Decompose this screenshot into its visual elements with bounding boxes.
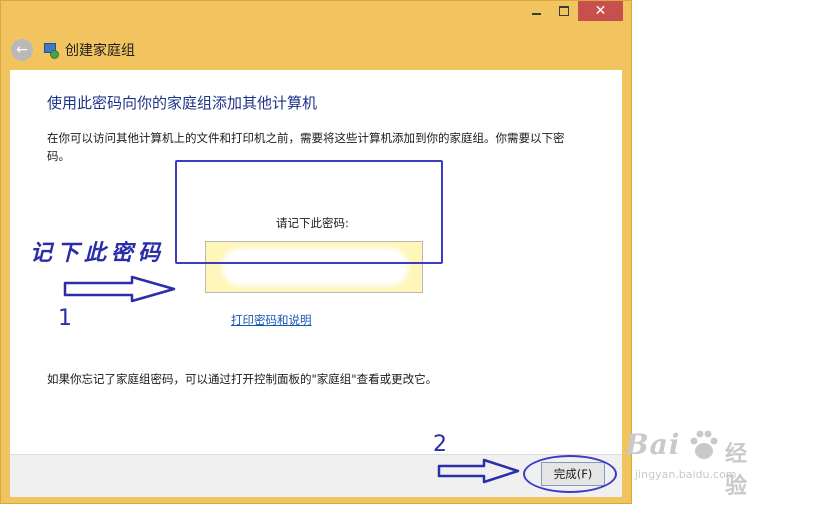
title-bar-controls: ✕ <box>522 1 623 25</box>
annotation-note: 记下此密码 <box>30 240 166 266</box>
close-button[interactable]: ✕ <box>578 1 623 21</box>
annotation-arrow-1 <box>63 275 176 303</box>
homegroup-icon <box>43 42 59 59</box>
watermark-brand: Bai <box>625 428 681 461</box>
minimize-icon <box>531 13 541 15</box>
password-highlight-frame <box>175 160 443 264</box>
minimize-button[interactable] <box>522 1 550 21</box>
footer-note: 如果你忘记了家庭组密码，可以通过打开控制面板的"家庭组"查看或更改它。 <box>47 372 438 386</box>
navigation-bar: ← 创建家庭组 <box>11 39 135 61</box>
back-arrow-icon: ← <box>16 42 28 58</box>
baidu-paw-icon <box>690 430 718 459</box>
baidu-watermark: Bai 经验 jingyan.baidu.com <box>625 428 747 499</box>
maximize-button[interactable] <box>550 1 578 21</box>
window-title: 创建家庭组 <box>65 43 135 59</box>
annotation-number-1: 1 <box>58 306 72 331</box>
annotation-number-2: 2 <box>433 432 447 457</box>
close-icon: ✕ <box>594 3 607 19</box>
finish-highlight-ring <box>523 455 617 493</box>
back-button[interactable]: ← <box>11 39 33 61</box>
maximize-icon <box>559 6 569 16</box>
print-password-link[interactable]: 打印密码和说明 <box>231 312 312 328</box>
annotation-arrow-2 <box>437 458 520 484</box>
watermark-url: jingyan.baidu.com <box>635 468 737 481</box>
page-heading: 使用此密码向你的家庭组添加其他计算机 <box>47 94 318 112</box>
